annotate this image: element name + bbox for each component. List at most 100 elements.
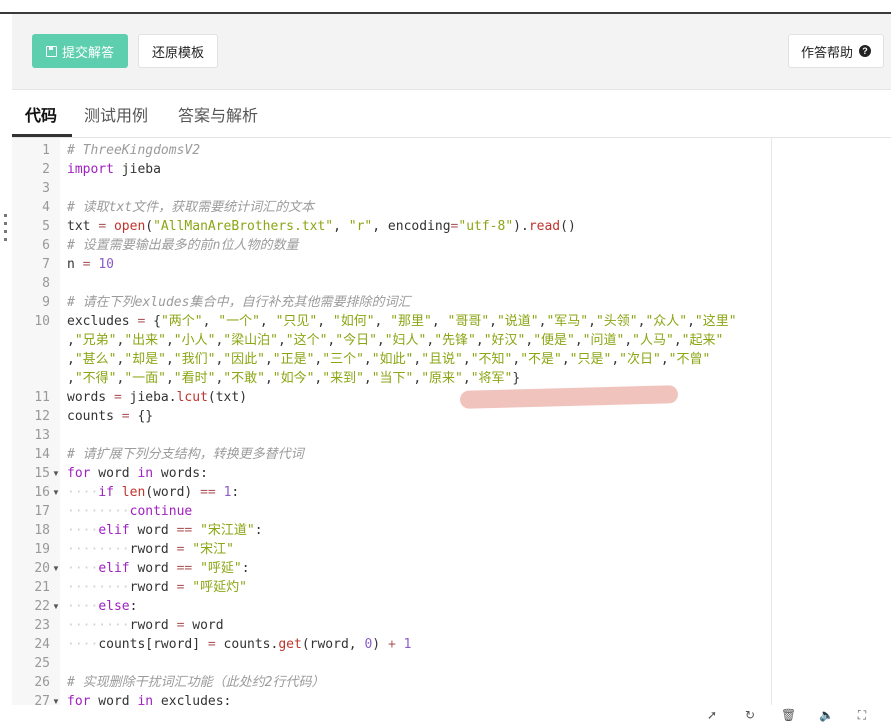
- code-text: ,"甚么","却是","我们","因此","正是","三个","如此","且说"…: [67, 352, 711, 367]
- code-line: 23 ········rword = word: [12, 616, 891, 635]
- code-text: ,"兄弟","出来","小人","梁山泊","这个","今日","妇人","先锋…: [67, 333, 724, 348]
- code-text: ····else:: [67, 599, 138, 614]
- line-number: 24: [34, 637, 50, 652]
- fold-arrow-icon[interactable]: ▼: [52, 483, 60, 502]
- code-line: 22 ▼ ····else:: [12, 597, 891, 616]
- line-number: 15: [34, 466, 50, 481]
- line-number: 10: [34, 314, 50, 329]
- code-text: ····counts[rword] = counts.get(rword, 0)…: [67, 637, 412, 652]
- fold-arrow-icon[interactable]: ▼: [52, 597, 60, 616]
- code-line: 21 ········rword = "呼延灼": [12, 578, 891, 597]
- line-number: 11: [34, 390, 50, 405]
- help-button[interactable]: 作答帮助 ?: [788, 34, 884, 68]
- code-text: txt = open("AllManAreBrothers.txt", "r",…: [67, 219, 576, 234]
- line-number: 4: [42, 200, 50, 215]
- line-number: 17: [34, 504, 50, 519]
- line-number: 1: [42, 143, 50, 158]
- code-line: 5 txt = open("AllManAreBrothers.txt", "r"…: [12, 217, 891, 236]
- resize-handle-dot[interactable]: [4, 230, 7, 233]
- line-number: 25: [34, 656, 50, 671]
- tab-test-cases[interactable]: 测试用例: [84, 102, 148, 126]
- code-text: excludes = {"两个", "一个", "只见", "如何", "那里"…: [67, 314, 737, 329]
- code-line: 27 ▼ for word in excludes:: [12, 692, 891, 705]
- code-line: 26 # 实现删除干扰词汇功能（此处约2行代码）: [12, 673, 891, 692]
- line-number: 8: [42, 276, 50, 291]
- code-text: ········rword = "宋江": [67, 542, 234, 557]
- code-line: 4 # 读取txt文件，获取需要统计词汇的文本: [12, 198, 891, 217]
- line-number: 26: [34, 675, 50, 690]
- code-text: ····if len(word) == 1:: [67, 485, 240, 500]
- tab-code[interactable]: 代码: [25, 102, 57, 126]
- code-line: 20 ▼ ····elif word == "呼延":: [12, 559, 891, 578]
- code-text: ········rword = word: [67, 618, 224, 633]
- code-line: 17 ········continue: [12, 502, 891, 521]
- code-text: words = jieba.lcut(txt): [67, 390, 248, 405]
- line-number: 9: [42, 295, 50, 310]
- line-number: 16: [34, 485, 50, 500]
- fullscreen-icon[interactable]: ⛶: [855, 708, 869, 722]
- line-number: 12: [34, 409, 50, 424]
- active-tab-indicator: [12, 134, 72, 137]
- code-text: # 请在下列exludes集合中，自行补充其他需要排除的词汇: [67, 295, 411, 310]
- help-label: 作答帮助: [800, 44, 853, 60]
- line-number: 27: [34, 694, 50, 705]
- save-icon: [45, 45, 57, 57]
- editor-statusbar: ➚ ↻ 🗑 🔈 ⛶: [0, 705, 891, 725]
- volume-icon[interactable]: 🔈: [819, 708, 834, 722]
- code-text: ····elif word == "呼延":: [67, 561, 250, 576]
- fold-arrow-icon[interactable]: ▼: [52, 464, 60, 483]
- code-line: 12 counts = {}: [12, 407, 891, 426]
- code-line: ,"甚么","却是","我们","因此","正是","三个","如此","且说"…: [12, 350, 891, 369]
- code-line: 14 # 请扩展下列分支结构，转换更多替代词: [12, 445, 891, 464]
- line-number: 21: [34, 580, 50, 595]
- line-number: 13: [34, 428, 50, 443]
- code-line: 9 # 请在下列exludes集合中，自行补充其他需要排除的词汇: [12, 293, 891, 312]
- fold-arrow-icon[interactable]: ▼: [52, 559, 60, 578]
- code-editor[interactable]: 1 # ThreeKingdomsV2 2 import jieba 3 4 # 读取txt…: [12, 138, 891, 705]
- code-line: 6 # 设置需要输出最多的前n位人物的数量: [12, 236, 891, 255]
- code-line: 1 # ThreeKingdomsV2: [12, 141, 891, 160]
- code-line: 2 import jieba: [12, 160, 891, 179]
- code-text: # 请扩展下列分支结构，转换更多替代词: [67, 447, 304, 462]
- resize-handle-dot[interactable]: [4, 222, 7, 225]
- code-text: for word in excludes:: [67, 694, 232, 705]
- code-line: 25: [12, 654, 891, 673]
- code-text: for word in words:: [67, 466, 208, 481]
- line-number: 18: [34, 523, 50, 538]
- code-text: ········rword = "呼延灼": [67, 580, 247, 595]
- refresh-icon[interactable]: ↻: [743, 708, 757, 722]
- line-number: 19: [34, 542, 50, 557]
- code-line: ,"兄弟","出来","小人","梁山泊","这个","今日","妇人","先锋…: [12, 331, 891, 350]
- submit-button[interactable]: 提交解答: [32, 34, 128, 68]
- code-text: # 设置需要输出最多的前n位人物的数量: [67, 238, 299, 253]
- trash-icon[interactable]: 🗑: [781, 708, 796, 722]
- code-line: 7 n = 10: [12, 255, 891, 274]
- code-text: ········continue: [67, 504, 193, 519]
- reset-label: 还原模板: [151, 44, 204, 60]
- code-line: 8: [12, 274, 891, 293]
- code-text: ····elif word == "宋江道":: [67, 523, 263, 538]
- line-number: 20: [34, 561, 50, 576]
- code-line: 19 ········rword = "宋江": [12, 540, 891, 559]
- code-text: # 实现删除干扰词汇功能（此处约2行代码）: [67, 675, 325, 690]
- tab-answer[interactable]: 答案与解析: [178, 102, 258, 126]
- code-text: counts = {}: [67, 409, 154, 424]
- tab-bar: 代码 测试用例 答案与解析: [12, 90, 891, 138]
- code-line: 18 ····elif word == "宋江道":: [12, 521, 891, 540]
- toolbar: 提交解答 还原模板 作答帮助 ?: [12, 14, 891, 90]
- code-text: # 读取txt文件，获取需要统计词汇的文本: [67, 200, 315, 215]
- reset-template-button[interactable]: 还原模板: [138, 34, 218, 68]
- code-text: import jieba: [67, 162, 161, 177]
- fold-arrow-icon[interactable]: ▼: [52, 692, 60, 705]
- resize-handle-dot[interactable]: [4, 238, 7, 241]
- submit-label: 提交解答: [61, 44, 114, 60]
- line-number: 14: [34, 447, 50, 462]
- question-icon: ?: [859, 45, 871, 57]
- code-text: # ThreeKingdomsV2: [67, 143, 201, 158]
- code-text: n = 10: [67, 257, 114, 272]
- code-line: 3: [12, 179, 891, 198]
- rocket-icon[interactable]: ➚: [705, 708, 719, 722]
- line-number: 22: [34, 599, 50, 614]
- line-number: 5: [42, 219, 50, 234]
- resize-handle-dot[interactable]: [4, 214, 7, 217]
